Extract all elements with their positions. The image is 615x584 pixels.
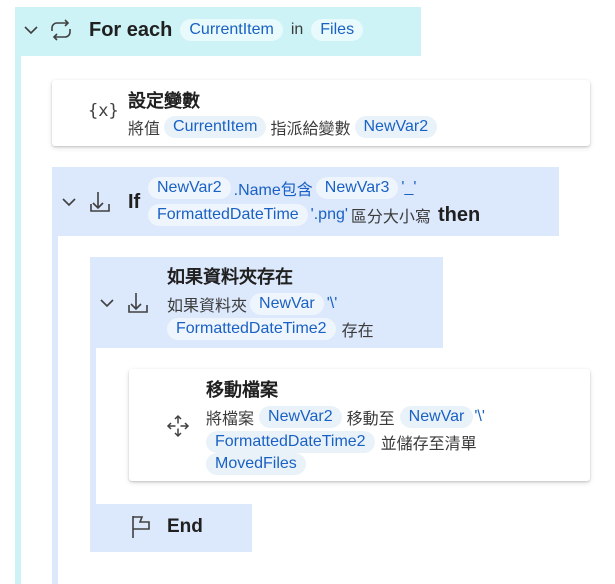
destination-variable-2[interactable]: FormattedDateTime2 bbox=[206, 431, 375, 453]
if-header[interactable]: If NewVar2 .Name包含 NewVar3 '_' Formatted… bbox=[52, 167, 559, 236]
if-folder-rail bbox=[90, 347, 96, 505]
action-text: 並儲存至清單 bbox=[380, 436, 477, 453]
action-text: 存在 bbox=[341, 323, 374, 340]
action-text: 移動至 bbox=[346, 411, 395, 428]
foreach-in-word: in bbox=[290, 21, 304, 38]
list-variable[interactable]: MovedFiles bbox=[206, 453, 306, 475]
if-variable-1[interactable]: NewVar2 bbox=[148, 177, 231, 199]
if-condition-text: '_' bbox=[401, 179, 417, 196]
chevron-down-icon[interactable] bbox=[23, 24, 39, 36]
action-text: 將值 bbox=[128, 121, 161, 138]
action-text: 指派給變數 bbox=[270, 121, 351, 138]
action-text: 如果資料夾 bbox=[167, 298, 248, 315]
foreach-rail bbox=[15, 55, 21, 584]
chevron-down-icon[interactable] bbox=[61, 196, 77, 208]
end-label: End bbox=[167, 516, 203, 537]
destination-variable[interactable]: NewVar bbox=[399, 406, 474, 428]
action-title: 移動檔案 bbox=[206, 380, 278, 400]
then-keyword: then bbox=[437, 204, 481, 226]
folder-variable[interactable]: NewVar bbox=[250, 293, 324, 315]
flag-icon bbox=[130, 514, 152, 540]
foreach-collection-variable[interactable]: Files bbox=[311, 19, 364, 41]
if-variable-2[interactable]: NewVar3 bbox=[315, 177, 399, 199]
foreach-header[interactable]: For each CurrentItem in Files bbox=[15, 7, 421, 56]
target-variable[interactable]: NewVar2 bbox=[354, 116, 438, 138]
loop-icon bbox=[48, 18, 74, 42]
source-variable[interactable]: NewVar2 bbox=[259, 406, 342, 428]
move-arrows-icon bbox=[166, 414, 190, 438]
branch-icon bbox=[127, 291, 149, 315]
if-condition-text: .Name包含 bbox=[233, 182, 313, 199]
if-condition-text: '.png' bbox=[310, 206, 348, 223]
action-title: 如果資料夾存在 bbox=[167, 267, 293, 287]
if-folder-header[interactable]: 如果資料夾存在 如果資料夾 NewVar '\' FormattedDateTi… bbox=[90, 257, 443, 348]
foreach-item-variable[interactable]: CurrentItem bbox=[180, 19, 283, 41]
if-condition-text: 區分大小寫 bbox=[350, 209, 431, 226]
branch-icon bbox=[89, 190, 111, 214]
if-variable-3[interactable]: FormattedDateTime bbox=[148, 204, 308, 226]
action-text: '\' bbox=[474, 408, 485, 425]
action-title: 設定變數 bbox=[128, 91, 200, 111]
if-keyword: If bbox=[128, 191, 141, 213]
if-rail bbox=[52, 235, 58, 584]
set-variable-action[interactable]: {x} 設定變數 將值 CurrentItem 指派給變數 NewVar2 bbox=[52, 80, 590, 146]
end-block[interactable]: End bbox=[90, 504, 252, 552]
folder-variable-2[interactable]: FormattedDateTime2 bbox=[167, 318, 336, 340]
variable-braces-icon: {x} bbox=[88, 101, 119, 121]
action-text: 將檔案 bbox=[206, 411, 255, 428]
value-variable[interactable]: CurrentItem bbox=[164, 116, 267, 138]
foreach-keyword: For each bbox=[89, 19, 173, 41]
action-text: '\' bbox=[326, 295, 338, 312]
move-file-action[interactable]: 移動檔案 將檔案 NewVar2 移動至 NewVar '\' Formatte… bbox=[129, 369, 590, 481]
chevron-down-icon[interactable] bbox=[99, 297, 115, 309]
